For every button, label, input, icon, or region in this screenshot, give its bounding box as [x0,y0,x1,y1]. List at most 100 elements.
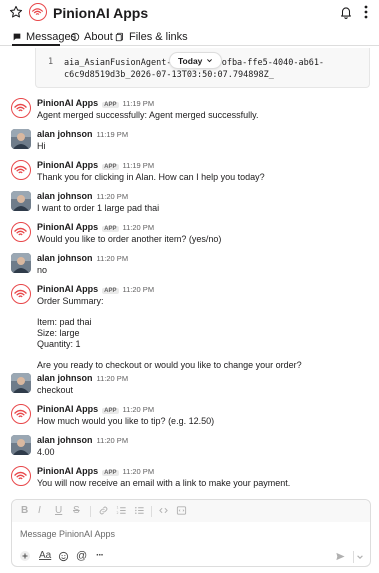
app-avatar[interactable] [11,466,31,486]
italic-button[interactable]: I [38,505,41,516]
sender-name[interactable]: alan johnson [37,191,93,201]
send-icon[interactable] [335,551,346,562]
message-timestamp[interactable]: 11:20 PM [123,405,155,414]
sender-name[interactable]: PinionAI Apps [37,466,98,476]
more-options-icon[interactable] [362,4,370,20]
code-block-icon[interactable] [176,505,187,516]
message-body: Order Summary: Item: pad thai Size: large Q… [37,296,302,371]
message-timestamp[interactable]: 11:20 PM [97,436,129,445]
channel-title[interactable]: PinionAI Apps [53,5,148,21]
sender-name[interactable]: alan johnson [37,373,93,383]
app-avatar[interactable] [11,284,31,304]
user-avatar[interactable] [11,373,31,393]
message-timestamp[interactable]: 11:20 PM [97,192,129,201]
message-text: You will now receive an email with a lin… [37,478,291,488]
message-body: 4.00 [37,447,55,458]
sender-name[interactable]: PinionAI Apps [37,284,98,294]
message-timestamp[interactable]: 11:20 PM [123,467,155,476]
sender-name[interactable]: alan johnson [37,129,93,139]
app-avatar[interactable] [11,98,31,118]
message-body: Agent merged successfully: Agent merged … [37,110,258,121]
sender-name[interactable]: PinionAI Apps [37,222,98,232]
toolbar-divider [90,506,91,517]
message-timestamp[interactable]: 11:20 PM [123,285,155,294]
tab-messages[interactable]: Messages [12,30,76,44]
bold-button[interactable]: B [21,505,28,516]
underline-button[interactable]: U [55,505,62,516]
tab-files-links[interactable]: Files & links [115,30,188,44]
message-input[interactable]: Message PinionAI Apps [20,529,115,539]
sender-name[interactable]: PinionAI Apps [37,404,98,414]
plus-icon[interactable] [19,550,31,562]
app-badge: APP [102,226,119,232]
app-badge: APP [102,164,119,170]
message-text: Thank you for clicking in Alan. How can … [37,172,265,182]
message-body: Thank you for clicking in Alan. How can … [37,172,265,183]
app-badge: APP [102,102,119,108]
tab-messages-label: Messages [26,31,77,43]
message-text: 4.00 [37,447,55,457]
message-timestamp[interactable]: 11:20 PM [97,254,129,263]
message-meta: PinionAI Apps APP 11:20 PM [37,404,154,416]
link-icon[interactable] [98,505,109,516]
message-text: Order Summary: [37,296,104,306]
code-line-number: 1 [48,57,54,67]
message-body: checkout [37,385,73,396]
app-avatar[interactable] [11,222,31,242]
message-timestamp[interactable]: 11:19 PM [97,130,129,139]
active-tab-indicator [12,44,60,46]
toolbar-divider [151,506,152,517]
more-actions-icon[interactable]: ··· [96,550,104,561]
message-composer[interactable]: B I U S 1 2 Message PinionAI Apps Aa @ ·… [11,499,371,567]
sender-name[interactable]: PinionAI Apps [37,98,98,108]
files-icon [115,32,123,42]
app-avatar[interactable] [11,160,31,180]
svg-text:2: 2 [116,511,118,515]
send-options-chevron-icon[interactable] [356,553,364,561]
message-body: no [37,265,47,276]
user-avatar[interactable] [11,129,31,149]
app-badge: APP [102,470,119,476]
message-timestamp[interactable]: 11:20 PM [97,374,129,383]
ordered-list-icon[interactable]: 1 2 [116,505,127,516]
sender-name[interactable]: alan johnson [37,435,93,445]
svg-text:1: 1 [116,506,118,510]
mention-icon[interactable]: @ [76,550,87,562]
bell-icon[interactable] [339,5,353,19]
message-body: How much would you like to tip? (e.g. 12… [37,416,214,427]
composer-actions: Aa @ ··· [12,548,370,566]
message-icon [13,33,21,41]
message-timestamp[interactable]: 11:19 PM [123,161,155,170]
message-meta: alan johnson 11:20 PM [37,373,128,385]
date-divider-today[interactable]: Today [169,52,223,69]
formatting-toggle-button[interactable]: Aa [39,550,51,561]
star-icon[interactable] [9,5,23,19]
user-avatar[interactable] [11,435,31,455]
message-meta: alan johnson 11:20 PM [37,191,128,203]
chevron-down-icon [207,59,213,63]
message-text: Quantity: 1 [37,339,81,349]
user-avatar[interactable] [11,253,31,273]
message-timestamp[interactable]: 11:20 PM [123,223,155,232]
message-meta: PinionAI Apps APP 11:20 PM [37,466,154,478]
strikethrough-button[interactable]: S [73,505,80,516]
tab-about[interactable]: About [70,30,113,44]
sender-name[interactable]: alan johnson [37,253,93,263]
user-avatar[interactable] [11,191,31,211]
app-avatar[interactable] [11,404,31,424]
info-icon [70,32,80,42]
bulleted-list-icon[interactable] [134,505,145,516]
today-label: Today [178,55,203,66]
emoji-icon[interactable] [58,551,69,562]
code-icon[interactable] [158,505,169,516]
message-text: How much would you like to tip? (e.g. 12… [37,416,215,426]
send-divider [353,551,354,563]
tab-files-label: Files & links [129,31,188,43]
code-line-2: c6c9d8519d3b_2026-07-13T03:50:07.794898Z… [64,70,274,80]
sender-name[interactable]: PinionAI Apps [37,160,98,170]
message-text: Hi [37,141,46,151]
message-text: Size: large [37,328,80,338]
message-timestamp[interactable]: 11:19 PM [123,99,155,108]
